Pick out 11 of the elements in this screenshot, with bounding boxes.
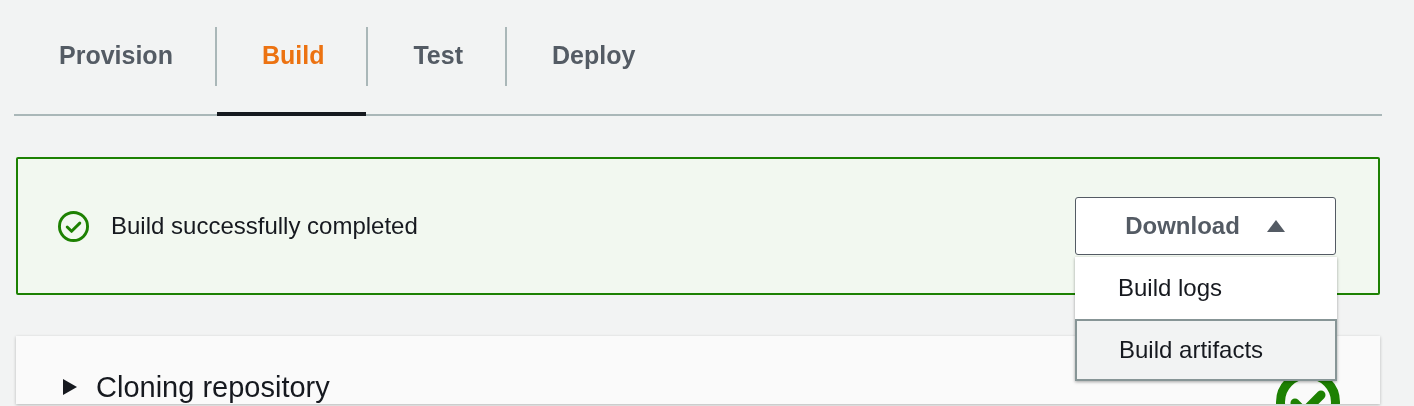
menu-item[interactable]: Build artifacts [1075, 319, 1337, 381]
expand-caret-icon[interactable] [62, 377, 78, 397]
success-icon [58, 210, 89, 242]
tab[interactable]: Deploy [507, 27, 678, 116]
menu-item[interactable]: Build logs [1075, 257, 1337, 319]
step-title: Cloning repository [96, 370, 330, 404]
tab[interactable]: Test [368, 27, 505, 116]
tab[interactable]: Provision [14, 27, 215, 116]
download-button[interactable]: Download [1075, 197, 1336, 255]
caret-icon [1265, 219, 1286, 233]
alert-message: Build successfully completed [111, 212, 419, 240]
